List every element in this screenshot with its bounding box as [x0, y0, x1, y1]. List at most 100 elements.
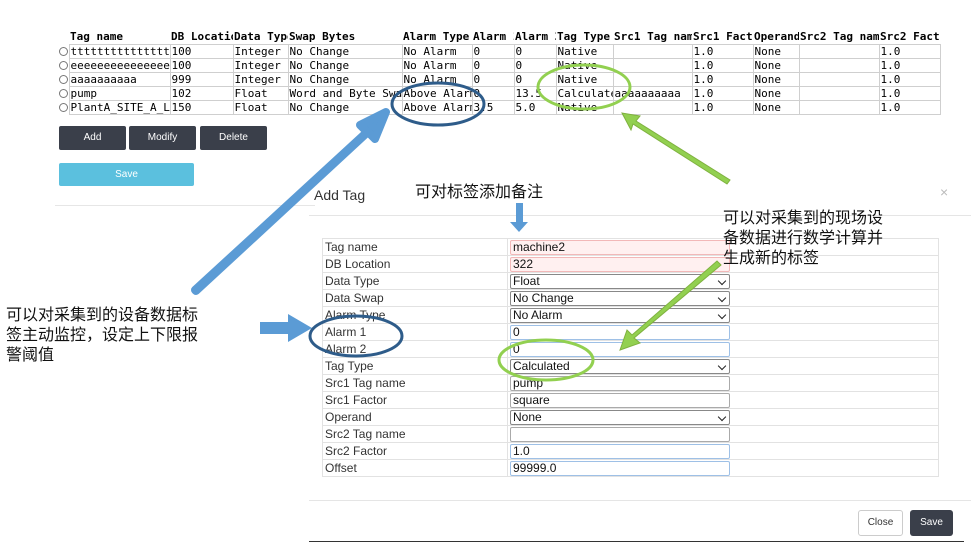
divider	[309, 500, 971, 501]
alarm-type-select[interactable]: No Alarm	[510, 307, 730, 323]
modal-save-button[interactable]: Save	[910, 510, 953, 536]
annotation-line: 警阈值	[6, 345, 55, 364]
db-location-input[interactable]: 322	[510, 256, 730, 272]
save-button[interactable]: Save	[59, 163, 194, 186]
table-cell: 0	[471, 44, 515, 59]
alarm1-input[interactable]: 0	[510, 324, 730, 340]
table-cell: 100	[169, 44, 234, 59]
table-cell: 0	[513, 44, 557, 59]
annotation-line: 可以对采集到的现场设	[723, 208, 884, 227]
add-tag-form: Tag name machine2 DB Location 322 Data T…	[322, 238, 939, 477]
add-button[interactable]: Add	[59, 126, 126, 150]
table-cell: Above Alarm	[401, 86, 473, 101]
table-cell: 1.0	[878, 100, 941, 115]
modify-button[interactable]: Modify	[129, 126, 196, 150]
field-label: Operand	[322, 408, 508, 426]
table-cell: Word and Byte Swap	[287, 86, 403, 101]
src1-factor-input[interactable]: square	[510, 392, 730, 408]
field-label: DB Location	[322, 255, 508, 273]
table-cell: Native	[555, 100, 614, 115]
row-radio[interactable]	[59, 61, 68, 70]
table-cell: 1.0	[691, 44, 754, 59]
field-label: Data Swap	[322, 289, 508, 307]
table-cell: Float	[232, 86, 289, 101]
field-label: Tag Type	[322, 357, 508, 375]
close-icon[interactable]: ×	[940, 184, 948, 200]
close-button[interactable]: Close	[858, 510, 903, 536]
offset-input[interactable]: 99999.0	[510, 460, 730, 476]
table-cell	[612, 44, 693, 59]
tag-table: Tag name DB Location Data Type Swap Byte…	[59, 30, 941, 115]
table-cell: 1.0	[691, 86, 754, 101]
table-cell: 1.0	[878, 86, 941, 101]
table-header: DB Location	[171, 30, 233, 43]
table-cell: 5.0	[513, 100, 557, 115]
row-radio[interactable]	[59, 47, 68, 56]
alarm2-input[interactable]: 0	[510, 341, 730, 357]
data-swap-select[interactable]: No Change	[510, 290, 730, 306]
table-cell: aaaaaaaaaa	[68, 72, 171, 87]
field-label: Src1 Tag name	[322, 374, 508, 392]
table-cell: 1.0	[878, 44, 941, 59]
table-cell: 999	[169, 72, 234, 87]
table-cell: Integer	[232, 72, 289, 87]
row-radio[interactable]	[59, 103, 68, 112]
table-cell: None	[752, 58, 800, 73]
annotation-alarm: 可以对采集到的设备数据标 签主动监控，设定上下限报 警阈值	[6, 305, 198, 365]
table-row[interactable]: PlantA_SITE_A_L4 150 Float No Change Above A…	[59, 100, 941, 115]
annotation-line: 备数据进行数学计算并	[723, 228, 884, 247]
table-row[interactable]: aaaaaaaaaa 999 Integer No Change No Alarm 0 0 N…	[59, 72, 941, 87]
table-cell: Native	[555, 72, 614, 87]
table-row[interactable]: pump 102 Float Word and Byte Swap Above Alar…	[59, 86, 941, 101]
field-label: Alarm Type	[322, 306, 508, 324]
table-header: Tag name	[70, 30, 123, 43]
table-header: Data Type	[234, 30, 288, 43]
blue-arrow-right	[260, 314, 312, 342]
table-header: Src1 Tag name	[614, 30, 692, 43]
row-radio[interactable]	[59, 75, 68, 84]
table-cell: 0	[471, 58, 515, 73]
src2-tag-name-input[interactable]	[510, 426, 730, 442]
table-cell: Native	[555, 44, 614, 59]
table-cell: 1.0	[691, 72, 754, 87]
table-cell: pump	[68, 86, 171, 101]
table-cell: Float	[232, 100, 289, 115]
table-cell: 0	[471, 72, 515, 87]
row-select-cell	[59, 45, 69, 59]
tag-type-select[interactable]: Calculated	[510, 358, 730, 374]
table-cell: No Change	[287, 44, 403, 59]
table-cell: None	[752, 86, 800, 101]
table-cell: Integer	[232, 44, 289, 59]
src2-factor-input[interactable]: 1.0	[510, 443, 730, 459]
table-cell	[612, 72, 693, 87]
table-cell: 150	[169, 100, 234, 115]
table-cell: No Change	[287, 58, 403, 73]
row-radio[interactable]	[59, 89, 68, 98]
table-cell: 1.0	[691, 100, 754, 115]
table-row[interactable]: eeeeeeeeeeeeeee 100 Integer No Change No Ala…	[59, 58, 941, 73]
table-cell: 102	[169, 86, 234, 101]
delete-button[interactable]: Delete	[200, 126, 267, 150]
modal-title: Add Tag	[314, 187, 366, 203]
field-label: Alarm 2	[322, 340, 508, 358]
table-cell	[798, 44, 880, 59]
table-cell: 1.0	[691, 58, 754, 73]
field-label: Alarm 1	[322, 323, 508, 341]
table-header: Swap Bytes	[289, 30, 356, 43]
blue-arrow-down	[510, 203, 528, 232]
table-cell: PlantA_SITE_A_L4	[68, 100, 171, 115]
table-header: Alarm 2	[515, 30, 556, 43]
src1-tag-name-input[interactable]: pump	[510, 375, 730, 391]
table-cell: 3.5	[471, 100, 515, 115]
table-cell: 0	[513, 72, 557, 87]
table-cell: No Alarm	[401, 72, 473, 87]
table-header: Src1 Factor	[693, 30, 753, 43]
data-type-select[interactable]: Float	[510, 273, 730, 289]
table-cell: Calculated	[555, 86, 614, 101]
green-arrow-up	[621, 112, 731, 185]
tag-name-input[interactable]: machine2	[510, 239, 730, 255]
table-header: Src2 Tag name	[800, 30, 879, 43]
operand-select[interactable]: None	[510, 409, 730, 425]
table-row[interactable]: ttttttttttttttt 100 Integer No Change No Ala…	[59, 44, 941, 59]
table-header: Operand	[754, 30, 799, 43]
